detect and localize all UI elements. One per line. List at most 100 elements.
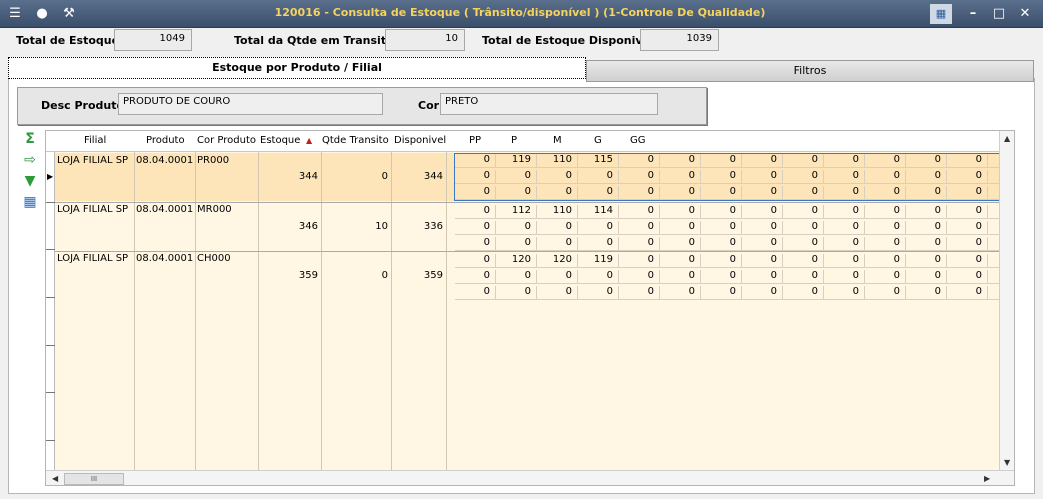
col-size-g[interactable]: G [594,135,602,146]
total-transito-label: Total da Qtde em Transito [234,34,394,47]
close-button[interactable]: ✕ [1014,4,1036,24]
horizontal-scrollbar[interactable]: ◀ III ▶ [46,470,1014,485]
size-cell: 0 [619,254,660,268]
size-cell: 0 [742,237,783,251]
scroll-up-icon[interactable]: ▲ [1004,134,1010,143]
strip-line [46,392,55,393]
size-cell: 0 [496,286,537,300]
size-cell: 0 [619,286,660,300]
wrench-icon[interactable]: ⚒ [60,5,78,23]
strip-line [46,345,55,346]
size-cell: 0 [865,254,906,268]
size-cell: 120 [496,254,537,268]
size-row: 0 0 0 0 0 0 0 0 0 0 0 0 0 [455,220,1010,235]
vertical-scrollbar[interactable]: ▲ ▼ [999,131,1014,470]
size-cell: 0 [578,237,619,251]
image-icon[interactable]: ▦ [20,193,40,211]
current-row-arrow-icon: ▶ [47,172,54,181]
strip-line [46,440,55,441]
download-icon[interactable]: ▼ [20,172,40,190]
cell-estoque: 344 [298,171,318,182]
size-row: 0 0 0 0 0 0 0 0 0 0 0 0 0 [455,285,1010,300]
size-cell: 0 [578,286,619,300]
col-cor-produto[interactable]: Cor Produto [197,135,256,146]
scroll-thumb[interactable]: III [64,473,124,485]
size-cell: 0 [947,221,988,235]
size-cell: 0 [824,254,865,268]
col-size-m[interactable]: M [553,135,562,146]
scroll-right-icon[interactable]: ▶ [984,474,990,483]
col-size-gg[interactable]: GG [630,135,646,146]
size-cell: 0 [865,221,906,235]
size-cell: 0 [947,254,988,268]
total-disponivel-label: Total de Estoque Disponivel [482,34,654,47]
size-cell: 0 [619,221,660,235]
maximize-button[interactable]: □ [988,4,1010,24]
total-transito-field: 10 [385,29,465,51]
size-cell: 0 [701,205,742,219]
grid-line [134,152,135,470]
size-cell: 0 [578,270,619,284]
tab-filtros[interactable]: Filtros [586,60,1034,82]
size-cell: 112 [496,205,537,219]
cell-produto: 08.04.0001 [136,204,194,215]
size-cell: 0 [455,254,496,268]
grid-toolbar: Σ ⇨ ▼ ▦ [20,130,40,214]
scroll-left-icon[interactable]: ◀ [52,474,58,483]
size-cell: 0 [537,221,578,235]
desc-produto-field[interactable]: PRODUTO DE COURO [118,93,383,115]
col-qtde-transito[interactable]: Qtde Transito [322,135,389,146]
size-cell: 0 [701,237,742,251]
cell-transito: 10 [375,221,388,232]
size-cell: 0 [701,270,742,284]
size-cell: 0 [824,286,865,300]
cell-filial: LOJA FILIAL SP [57,253,129,264]
window-title: 120016 - Consulta de Estoque ( Trânsito/… [274,6,766,19]
totals-bar: Total de Estoque 1049 Total da Qtde em T… [0,28,1043,56]
size-cell: 0 [701,221,742,235]
minimize-button[interactable]: – [962,4,984,24]
traffic-light-icon[interactable]: ● [33,5,51,23]
cell-cor: PR000 [197,155,230,166]
scroll-down-icon[interactable]: ▼ [1004,458,1010,467]
row-separator [55,202,999,203]
size-cell: 0 [906,237,947,251]
size-cell: 0 [660,221,701,235]
size-cell: 0 [496,221,537,235]
cor-field[interactable]: PRETO [440,93,658,115]
size-cell: 0 [455,286,496,300]
col-disponivel[interactable]: Disponivel [394,135,446,146]
size-cell: 0 [865,205,906,219]
size-cell: 0 [455,270,496,284]
col-size-pp[interactable]: PP [469,135,481,146]
sum-icon[interactable]: Σ [20,130,40,148]
size-cell: 0 [496,237,537,251]
size-cell: 0 [865,237,906,251]
size-row: 0 120 120 119 0 0 0 0 0 0 0 0 0 [455,253,1010,268]
col-produto[interactable]: Produto [146,135,185,146]
size-cell: 0 [619,237,660,251]
size-cell: 0 [537,286,578,300]
title-bar: ☰ ● ⚒ 120016 - Consulta de Estoque ( Trâ… [0,0,1043,28]
cell-cor: MR000 [197,204,232,215]
col-size-p[interactable]: P [511,135,517,146]
col-estoque[interactable]: Estoque [260,135,300,146]
col-filial[interactable]: Filial [84,135,106,146]
size-cell: 0 [455,237,496,251]
size-cell: 120 [537,254,578,268]
cell-estoque: 346 [298,221,318,232]
cell-disponivel: 359 [423,270,443,281]
cell-filial: LOJA FILIAL SP [57,155,129,166]
size-cell: 0 [906,221,947,235]
stock-grid[interactable]: Filial Produto Cor Produto Estoque ▲ Qtd… [45,130,1015,486]
size-cell: 0 [824,221,865,235]
size-cell: 110 [537,205,578,219]
cell-disponivel: 336 [423,221,443,232]
export-icon[interactable]: ⇨ [20,151,40,169]
tab-estoque-por-produto[interactable]: Estoque por Produto / Filial [8,57,586,79]
menu-icon[interactable]: ☰ [6,5,24,23]
size-cell: 0 [742,286,783,300]
size-cell: 0 [947,270,988,284]
image-icon[interactable]: ▦ [930,4,952,24]
sort-ascending-icon: ▲ [306,136,313,145]
